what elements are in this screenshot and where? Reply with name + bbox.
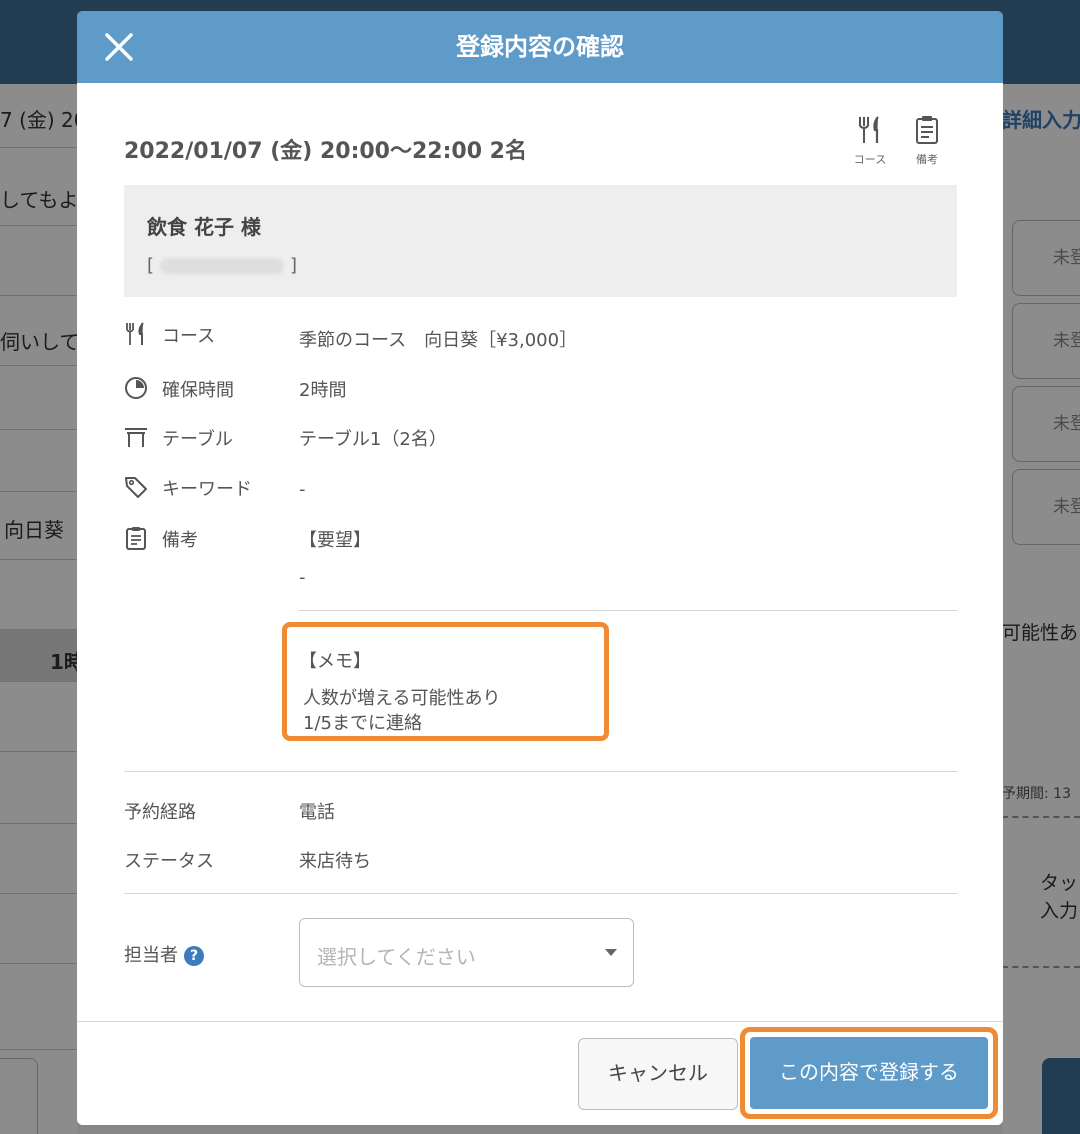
memo-line: 1/5までに連絡 bbox=[303, 713, 422, 734]
cancel-button[interactable]: キャンセル bbox=[578, 1038, 738, 1110]
memo-highlight: 【メモ】 人数が増える可能性あり 1/5までに連絡 bbox=[282, 622, 609, 741]
register-button[interactable]: この内容で登録する bbox=[750, 1037, 988, 1109]
redacted-phone-number bbox=[160, 258, 285, 274]
table-label: テーブル bbox=[162, 429, 233, 450]
section-divider bbox=[124, 893, 957, 894]
notes-shortcut-caption: 備考 bbox=[916, 153, 938, 166]
duration-label: 確保時間 bbox=[162, 380, 234, 401]
dialog-header: 登録内容の確認 bbox=[77, 11, 1003, 83]
memo-icon bbox=[126, 527, 146, 550]
keyword-value: - bbox=[299, 479, 306, 500]
table-icon bbox=[125, 428, 147, 447]
course-shortcut-caption: コース bbox=[853, 153, 887, 166]
notes-shortcut[interactable]: 備考 bbox=[907, 115, 947, 167]
table-value: テーブル1（2名） bbox=[299, 429, 447, 450]
status-label: ステータス bbox=[124, 851, 214, 872]
reservation-datetime: 2022/01/07 (金) 20:00～22:00 2名 bbox=[124, 139, 527, 164]
status-row: ステータス 来店待ち bbox=[124, 847, 371, 873]
confirm-highlight: この内容で登録する bbox=[740, 1027, 998, 1119]
clock-pie-icon bbox=[125, 377, 147, 399]
guest-phone: [] bbox=[147, 255, 297, 276]
course-value: 季節のコース 向日葵［¥3,000］ bbox=[299, 330, 578, 351]
duration-value: 2時間 bbox=[299, 380, 347, 401]
dialog-title: 登録内容の確認 bbox=[456, 33, 624, 61]
confirm-dialog: 登録内容の確認 2022/01/07 (金) 20:00～22:00 2名 コー… bbox=[77, 11, 1003, 1125]
staff-label: 担当者 bbox=[124, 945, 178, 966]
notes-divider bbox=[299, 610, 957, 611]
memo-title: 【メモ】 bbox=[299, 651, 371, 672]
chevron-down-icon bbox=[605, 949, 617, 956]
request-value: - bbox=[299, 567, 306, 588]
tag-icon bbox=[125, 477, 147, 498]
help-icon[interactable]: ? bbox=[184, 946, 204, 966]
route-row: 予約経路 電話 bbox=[124, 798, 335, 824]
request-title: 【要望】 bbox=[299, 530, 371, 551]
guest-info-box: 飲食 花子 様 [] bbox=[124, 185, 957, 297]
memo-line: 人数が増える可能性あり bbox=[303, 688, 501, 709]
memo-icon bbox=[916, 116, 938, 144]
fork-knife-icon bbox=[126, 322, 144, 345]
staff-select[interactable]: 選択してください bbox=[299, 918, 634, 987]
staff-row: 担当者? bbox=[124, 941, 204, 967]
status-value: 来店待ち bbox=[299, 851, 371, 872]
staff-select-placeholder: 選択してください bbox=[317, 945, 476, 969]
guest-name: 飲食 花子 様 bbox=[147, 215, 261, 239]
fork-knife-icon bbox=[859, 116, 879, 143]
section-divider bbox=[124, 771, 957, 772]
route-label: 予約経路 bbox=[124, 802, 196, 823]
phone-bracket-close: ] bbox=[290, 255, 298, 276]
close-icon[interactable] bbox=[101, 29, 137, 65]
notes-label: 備考 bbox=[162, 530, 198, 551]
course-shortcut[interactable]: コース bbox=[850, 115, 890, 167]
course-label: コース bbox=[162, 326, 216, 347]
route-value: 電話 bbox=[299, 802, 335, 823]
phone-bracket-open: [ bbox=[147, 255, 155, 276]
keyword-label: キーワード bbox=[162, 479, 252, 500]
